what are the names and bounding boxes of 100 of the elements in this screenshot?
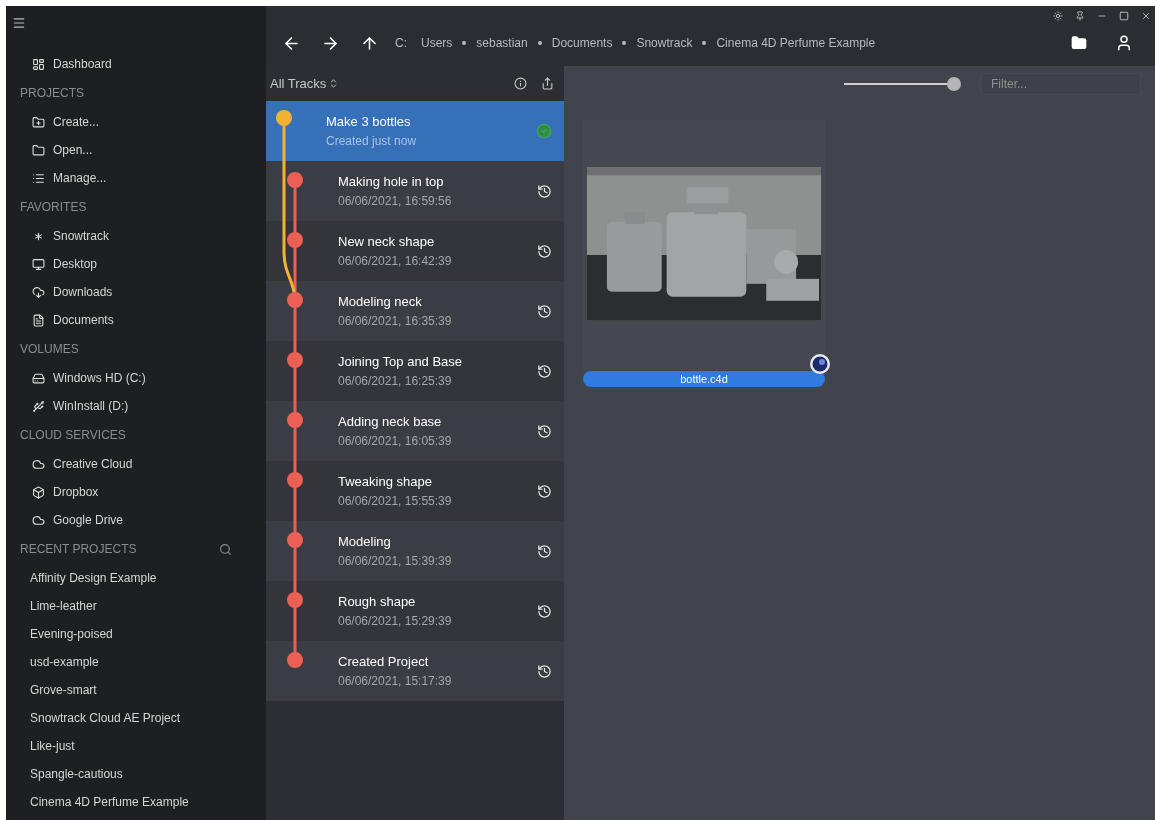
track-row[interactable]: New neck shape 06/06/2021, 16:42:39: [266, 221, 564, 281]
recent-project[interactable]: Snowtrack Cloud AE Project: [6, 704, 266, 732]
tracks-dropdown[interactable]: All Tracks: [270, 73, 340, 94]
sidebar-item[interactable]: Documents: [6, 306, 266, 334]
sidebar-item[interactable]: WinInstall (D:): [6, 392, 266, 420]
sidebar-item[interactable]: Manage...: [6, 164, 266, 192]
sidebar-item[interactable]: Snowtrack: [6, 222, 266, 250]
breadcrumb-item[interactable]: C:: [395, 34, 407, 52]
breadcrumb-item[interactable]: sebastian: [476, 34, 528, 52]
user-icon[interactable]: [1115, 34, 1133, 52]
recent-project[interactable]: Spangle-cautious: [6, 760, 266, 788]
section-heading: FAVORITES: [19, 199, 88, 216]
track-title: New neck shape: [338, 233, 436, 251]
track-row[interactable]: Created Project 06/06/2021, 15:17:39: [266, 641, 564, 701]
history-icon[interactable]: [537, 183, 552, 199]
recent-project[interactable]: Lime-leather: [6, 592, 266, 620]
recent-project[interactable]: Cinema 4D Perfume Example: [6, 788, 266, 816]
dashboard-icon: [32, 57, 45, 71]
document-icon: [32, 313, 45, 327]
folder-icon: [32, 143, 45, 157]
track-title: Created Project: [338, 653, 430, 671]
history-icon[interactable]: [537, 483, 552, 499]
track-time: 06/06/2021, 16:42:39: [338, 253, 452, 270]
cloud-icon: [32, 457, 45, 471]
track-time: Created just now: [326, 133, 417, 150]
folder-icon[interactable]: [1071, 35, 1087, 51]
history-icon[interactable]: [537, 423, 552, 439]
sidebar-item[interactable]: Google Drive: [6, 506, 266, 534]
track-row[interactable]: Tweaking shape 06/06/2021, 15:55:39: [266, 461, 564, 521]
section-heading: VOLUMES: [19, 341, 80, 358]
track-title: Making hole in top: [338, 173, 445, 191]
sun-icon[interactable]: [1053, 11, 1063, 21]
filter-field[interactable]: Filter...: [981, 72, 1141, 95]
track-title: Rough shape: [338, 593, 417, 611]
slider-handle[interactable]: [947, 76, 961, 91]
track-row[interactable]: Adding neck base 06/06/2021, 16:05:39: [266, 401, 564, 461]
track-row[interactable]: Modeling neck 06/06/2021, 16:35:39: [266, 281, 564, 341]
drive-icon: [32, 371, 45, 385]
info-icon[interactable]: [514, 77, 527, 90]
track-title: Make 3 bottles: [326, 113, 412, 131]
recent-project[interactable]: Like-just: [6, 732, 266, 760]
cloud-icon: [32, 513, 45, 527]
pin-icon[interactable]: [1075, 11, 1085, 21]
track-time: 06/06/2021, 16:35:39: [338, 313, 452, 330]
menu-icon[interactable]: [12, 16, 26, 30]
sphere-badge-icon: [809, 353, 831, 375]
track-time: 06/06/2021, 15:39:39: [338, 553, 452, 570]
history-icon[interactable]: [537, 663, 552, 679]
list-icon: [32, 171, 45, 185]
sidebar-item[interactable]: Create...: [6, 108, 266, 136]
history-icon[interactable]: [537, 303, 552, 319]
recent-project[interactable]: Affinity Design Example: [6, 564, 266, 592]
track-row[interactable]: Modeling 06/06/2021, 15:39:39: [266, 521, 564, 581]
track-row[interactable]: Rough shape 06/06/2021, 15:29:39: [266, 581, 564, 641]
sidebar-item[interactable]: Dashboard: [6, 50, 266, 78]
sidebar-item[interactable]: Downloads: [6, 278, 266, 306]
track-title: Modeling: [338, 533, 392, 551]
sidebar-item[interactable]: Desktop: [6, 250, 266, 278]
recent-project[interactable]: Grove-smart: [6, 676, 266, 704]
file-card[interactable]: [583, 120, 825, 370]
section-heading: PROJECTS: [19, 85, 85, 102]
usb-drive-icon: [32, 399, 45, 413]
sidebar-item[interactable]: Creative Cloud: [6, 450, 266, 478]
folder-plus-icon: [32, 115, 45, 129]
breadcrumb-item[interactable]: Documents: [551, 34, 613, 52]
share-icon[interactable]: [541, 77, 554, 90]
track-title: Adding neck base: [338, 413, 443, 431]
track-row[interactable]: Make 3 bottles Created just now: [266, 101, 564, 161]
track-title: Modeling neck: [338, 293, 423, 311]
track-time: 06/06/2021, 15:29:39: [338, 613, 452, 630]
breadcrumb-item[interactable]: Snowtrack: [636, 34, 693, 52]
file-name-label[interactable]: bottle.c4d: [583, 371, 825, 387]
track-title: Tweaking shape: [338, 473, 433, 491]
history-icon[interactable]: [537, 243, 552, 259]
track-time: 06/06/2021, 15:17:39: [338, 673, 452, 690]
recent-project[interactable]: usd-example: [6, 648, 266, 676]
track-time: 06/06/2021, 16:25:39: [338, 373, 453, 390]
history-icon[interactable]: [537, 603, 552, 619]
close-icon[interactable]: [1141, 11, 1151, 21]
track-title: Joining Top and Base: [338, 353, 463, 371]
sidebar-item[interactable]: Dropbox: [6, 478, 266, 506]
monitor-icon: [32, 257, 45, 271]
sidebar-item[interactable]: Open...: [6, 136, 266, 164]
search-icon[interactable]: [219, 542, 232, 556]
check-circle-icon: [536, 123, 552, 139]
track-time: 06/06/2021, 16:59:56: [338, 193, 452, 210]
history-icon[interactable]: [537, 543, 552, 559]
track-time: 06/06/2021, 16:05:39: [338, 433, 452, 450]
breadcrumb-item[interactable]: Users: [421, 34, 453, 52]
track-time: 06/06/2021, 15:55:39: [338, 493, 452, 510]
history-icon[interactable]: [537, 363, 552, 379]
track-row[interactable]: Joining Top and Base 06/06/2021, 16:25:39: [266, 341, 564, 401]
sidebar-item[interactable]: Windows HD (C:): [6, 364, 266, 392]
box-icon: [32, 485, 45, 499]
breadcrumb-item[interactable]: Cinema 4D Perfume Example: [716, 34, 876, 52]
maximize-icon[interactable]: [1119, 11, 1129, 21]
cloud-download-icon: [32, 285, 45, 299]
section-heading: RECENT PROJECTS: [20, 541, 137, 558]
track-row[interactable]: Making hole in top 06/06/2021, 16:59:56: [266, 161, 564, 221]
recent-project[interactable]: Evening-poised: [6, 620, 266, 648]
